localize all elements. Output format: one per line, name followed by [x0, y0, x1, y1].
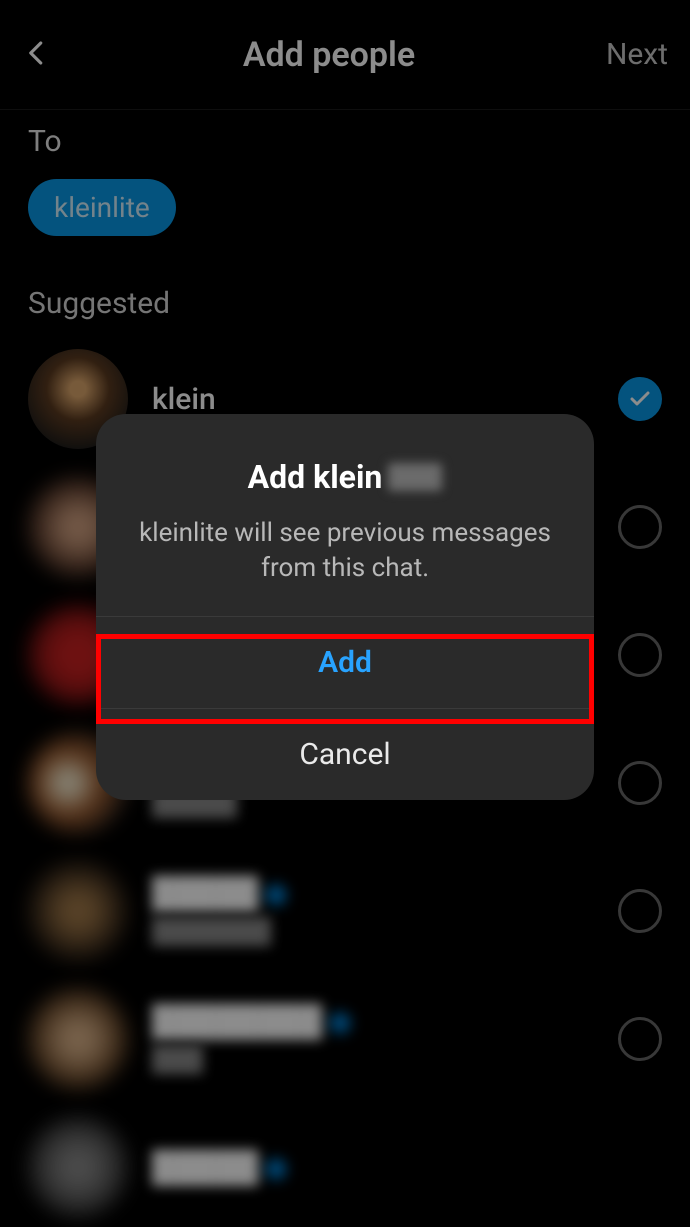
censored-text: [388, 463, 442, 491]
cancel-button[interactable]: Cancel: [96, 708, 594, 800]
confirm-dialog: Add klein kleinlite will see previous me…: [96, 414, 594, 800]
dialog-title: Add klein: [126, 458, 564, 496]
dialog-body: kleinlite will see previous messages fro…: [126, 516, 564, 586]
add-button[interactable]: Add: [96, 616, 594, 708]
